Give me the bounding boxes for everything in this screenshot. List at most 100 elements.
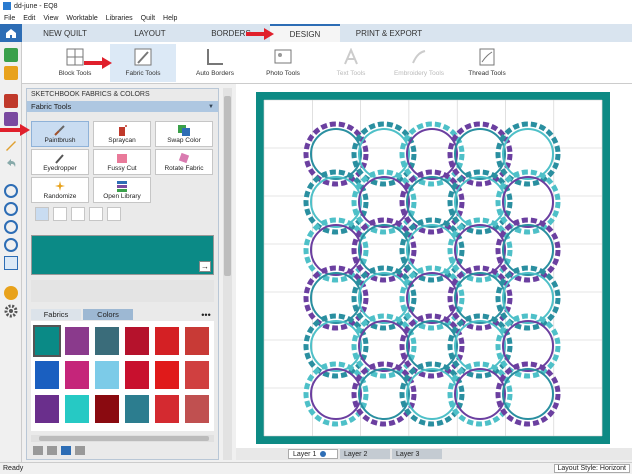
color-swatch[interactable] [33,325,61,357]
color-swatch[interactable] [185,327,209,355]
paintbrush-button[interactable]: Paintbrush [31,121,89,147]
swap-color-label: Swap Color [167,137,201,144]
left-toolbar [0,42,22,466]
fabric-tools-label: Fabric Tools [125,70,161,77]
horizontal-scroll-thumb[interactable] [39,436,209,441]
open-icon[interactable] [4,66,18,80]
menu-file[interactable]: File [0,15,19,22]
zoom-fit-icon[interactable] [4,220,18,234]
block-tools-label: Block Tools [58,70,92,77]
swap-color-button[interactable]: Swap Color [155,121,213,147]
view-small-icon[interactable] [61,446,71,455]
zoom-page-icon[interactable] [4,238,18,252]
worktable-canvas[interactable] [236,84,632,448]
fussy-cut-button[interactable]: Fussy Cut [93,149,151,175]
paint-mode-2-icon[interactable] [53,207,67,221]
eyedropper-button[interactable]: Eyedropper [31,149,89,175]
fabric-tools-subheading: Fabric Tools [31,102,72,111]
selected-color-preview: → [31,235,214,275]
color-swatch[interactable] [185,395,209,423]
status-text: Ready [3,465,24,472]
undo-icon[interactable] [4,156,18,170]
fabric-tools-header[interactable]: Fabric Tools ▼ [27,101,218,112]
color-swatch[interactable] [155,361,179,389]
rotate-fabric-button[interactable]: Rotate Fabric [155,149,213,175]
swap-color-icon [178,125,190,136]
color-swatch[interactable] [125,327,149,355]
paint-mode-5-icon[interactable] [107,207,121,221]
vertical-scroll-thumb[interactable] [224,96,231,276]
status-bar: Ready Layout Style: Horizont [0,462,632,474]
view-list-icon[interactable] [75,446,85,455]
paint-mode-4-icon[interactable] [89,207,103,221]
color-swatch[interactable] [95,395,119,423]
open-library-label: Open Library [103,193,141,200]
zoom-out-icon[interactable] [4,202,18,216]
collapse-icon[interactable]: ▼ [208,104,214,110]
more-options-icon[interactable]: ••• [197,309,215,320]
settings-icon[interactable] [4,304,18,318]
layer-visible-icon[interactable] [320,451,327,457]
pencil-icon[interactable] [4,138,18,152]
home-tab[interactable] [0,24,22,42]
spraycan-button[interactable]: Spraycan [93,121,151,147]
menu-quilt[interactable]: Quilt [137,15,159,22]
color-swatch[interactable] [125,395,149,423]
fabric-tools-button[interactable]: Fabric Tools [110,44,176,82]
open-library-icon [117,181,127,192]
tab-colors[interactable]: Colors [83,309,133,320]
quilt-design[interactable] [236,84,632,448]
help-icon[interactable] [4,286,18,300]
layer-tabs: Layer 1 Layer 2 Layer 3 [236,448,632,460]
tab-layer-2[interactable]: Layer 2 [340,449,390,459]
horizontal-scrollbar[interactable] [31,435,214,442]
new-icon[interactable] [4,48,18,62]
tab-layout[interactable]: LAYOUT [108,24,192,42]
menu-view[interactable]: View [39,15,62,22]
randomize-button[interactable]: Randomize [31,177,89,203]
photo-tools-button[interactable]: Photo Tools [250,44,316,82]
menu-worktable[interactable]: Worktable [62,15,101,22]
print-icon[interactable] [4,94,18,108]
color-swatch[interactable] [125,361,149,389]
zoom-in-icon[interactable] [4,184,18,198]
arrow-right-icon[interactable]: → [199,261,211,272]
view-medium-icon[interactable] [47,446,57,455]
paint-mode-3-icon[interactable] [71,207,85,221]
color-swatch[interactable] [155,395,179,423]
tab-layer-1[interactable]: Layer 1 [288,449,338,459]
tab-fabrics[interactable]: Fabrics [31,309,81,320]
grid-icon[interactable] [4,256,18,270]
menu-libraries[interactable]: Libraries [102,15,137,22]
tab-layer-3[interactable]: Layer 3 [392,449,442,459]
color-swatch[interactable] [155,327,179,355]
open-library-button[interactable]: Open Library [93,177,151,203]
menu-edit[interactable]: Edit [19,15,39,22]
color-swatch[interactable] [95,327,119,355]
color-swatch[interactable] [95,361,119,389]
text-tools-icon [344,48,358,65]
panel-vertical-scrollbar[interactable] [223,88,232,460]
color-swatch[interactable] [65,361,89,389]
paint-mode-1-icon[interactable] [35,207,49,221]
view-large-icon[interactable] [33,446,43,455]
tab-print-export[interactable]: PRINT & EXPORT [340,24,438,42]
color-swatch[interactable] [35,361,59,389]
menu-help[interactable]: Help [159,15,181,22]
thread-tools-button[interactable]: Thread Tools [454,44,520,82]
color-swatch[interactable] [65,395,89,423]
color-swatch[interactable] [185,361,209,389]
color-swatch[interactable] [35,395,59,423]
layer-1-label: Layer 1 [293,450,317,458]
thread-tools-label: Thread Tools [468,70,506,77]
text-tools-button[interactable]: Text Tools [318,44,384,82]
embroidery-tools-button[interactable]: Embroidery Tools [386,44,452,82]
tab-design[interactable]: DESIGN [270,24,340,42]
auto-borders-button[interactable]: Auto Borders [182,44,248,82]
paintbrush-icon [54,125,65,136]
text-tools-label: Text Tools [336,70,366,77]
sketchbook-fabrics-panel: SKETCHBOOK FABRICS & COLORS Fabric Tools… [26,88,219,460]
color-swatch[interactable] [65,327,89,355]
tab-new-quilt[interactable]: NEW QUILT [22,24,108,42]
eyedropper-icon [55,154,64,164]
